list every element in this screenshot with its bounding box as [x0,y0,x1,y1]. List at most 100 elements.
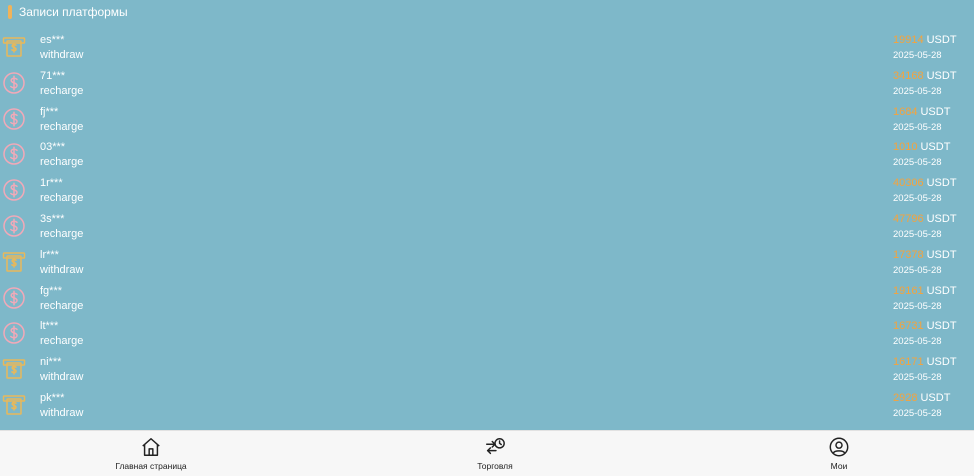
record-date: 2025-05-28 [893,336,942,348]
record-type: recharge [40,335,84,348]
record-user: ni*** [40,356,62,369]
record-row: lt*** recharge 16731 USDT 2025-05-28 [0,318,974,354]
record-amount-line: 2928 USDT [893,392,950,404]
record-type: recharge [40,299,84,312]
record-user: 3s*** [40,212,65,225]
header-accent-bar [8,5,12,19]
record-row: es*** withdraw 19914 USDT 2025-05-28 [0,32,974,68]
record-amount-line: 16171 USDT [893,356,957,368]
record-amount-line: 40306 USDT [893,177,957,189]
record-amount: 16171 [893,356,924,369]
section-header: Записи платформы [0,0,974,24]
record-type: recharge [40,156,84,169]
record-amount-line: 47796 USDT [893,213,957,225]
record-currency: USDT [926,34,957,46]
bottom-tab-bar: Главная страница Торговля Мои [0,430,974,476]
record-currency: USDT [926,177,957,190]
record-row: 71*** recharge 34168 USDT 2025-05-28 [0,68,974,104]
trade-exchange-icon [484,436,506,458]
record-currency: USDT [920,141,951,154]
record-row: fj*** recharge 1684 USDT 2025-05-28 [0,104,974,140]
tab-trade-label: Торговля [477,461,513,471]
record-amount: 19161 [893,284,924,297]
record-amount-line: 34168 USDT [893,70,957,82]
tab-home[interactable]: Главная страница [110,431,192,476]
user-circle-icon [828,436,850,458]
record-amount-line: 17378 USDT [893,249,957,261]
record-row: fg*** recharge 19161 USDT 2025-05-28 [0,283,974,319]
record-row: 03*** recharge 1010 USDT 2025-05-28 [0,139,974,175]
record-amount: 19914 [893,34,924,46]
record-amount-line: 16731 USDT [893,320,957,332]
record-currency: USDT [926,284,957,297]
record-date: 2025-05-28 [893,407,942,419]
tab-home-label: Главная страница [115,461,187,471]
tab-mine-label: Мои [830,461,848,471]
record-date: 2025-05-28 [893,121,942,133]
record-amount-line: 19914 USDT [893,34,957,46]
record-amount: 34168 [893,69,924,82]
record-currency: USDT [926,320,957,333]
record-date: 2025-05-28 [893,372,942,384]
record-currency: USDT [926,248,957,261]
dollar-circle-icon [2,214,26,238]
dollar-circle-icon [2,321,26,345]
record-amount-line: 19161 USDT [893,285,957,297]
atm-card-icon [2,35,26,59]
record-type: withdraw [40,371,84,384]
record-user: fj*** [40,105,59,118]
record-user: es*** [40,34,65,46]
record-date: 2025-05-28 [893,50,942,61]
record-amount: 2928 [893,391,918,404]
record-date: 2025-05-28 [893,264,942,276]
record-amount: 16731 [893,320,924,333]
record-row: 1r*** recharge 40306 USDT 2025-05-28 [0,175,974,211]
record-date: 2025-05-28 [893,157,942,169]
dollar-circle-icon [2,286,26,310]
dollar-circle-icon [2,142,26,166]
platform-records-list: es*** withdraw 19914 USDT 2025-05-28 71*** rec… [0,32,974,426]
record-amount-line: 1684 USDT [893,106,950,118]
dollar-circle-icon [2,71,26,95]
record-user: pk*** [40,391,65,404]
record-type: withdraw [40,263,84,276]
dollar-circle-icon [2,107,26,131]
record-date: 2025-05-28 [893,228,942,240]
record-row: 3s*** recharge 47796 USDT 2025-05-28 [0,211,974,247]
page-title: Записи платформы [19,5,128,19]
record-amount-line: 1010 USDT [893,141,950,153]
record-date: 2025-05-28 [893,300,942,312]
tab-trade[interactable]: Торговля [465,431,525,476]
record-amount: 17378 [893,248,924,261]
record-amount: 1684 [893,105,918,118]
record-currency: USDT [926,69,957,82]
record-amount: 1010 [893,141,918,154]
atm-card-icon [2,357,26,381]
record-user: lr*** [40,248,59,261]
atm-card-icon [2,250,26,274]
record-type: withdraw [40,49,84,61]
record-date: 2025-05-28 [893,85,942,97]
record-user: lt*** [40,320,59,333]
tab-mine[interactable]: Мои [818,431,860,476]
record-user: 1r*** [40,177,63,190]
record-user: 03*** [40,141,66,154]
record-type: recharge [40,84,84,97]
record-type: recharge [40,120,84,133]
atm-card-icon [2,393,26,417]
dollar-circle-icon [2,178,26,202]
record-date: 2025-05-28 [893,193,942,205]
record-amount: 40306 [893,177,924,190]
home-icon [140,436,162,458]
record-currency: USDT [926,356,957,369]
record-currency: USDT [920,105,951,118]
record-user: 71*** [40,69,66,82]
record-type: recharge [40,192,84,205]
record-type: withdraw [40,406,84,419]
record-user: fg*** [40,284,63,297]
record-amount: 47796 [893,212,924,225]
record-currency: USDT [920,391,951,404]
record-row: lr*** withdraw 17378 USDT 2025-05-28 [0,247,974,283]
record-row: ni*** withdraw 16171 USDT 2025-05-28 [0,354,974,390]
record-row: pk*** withdraw 2928 USDT 2025-05-28 [0,390,974,426]
